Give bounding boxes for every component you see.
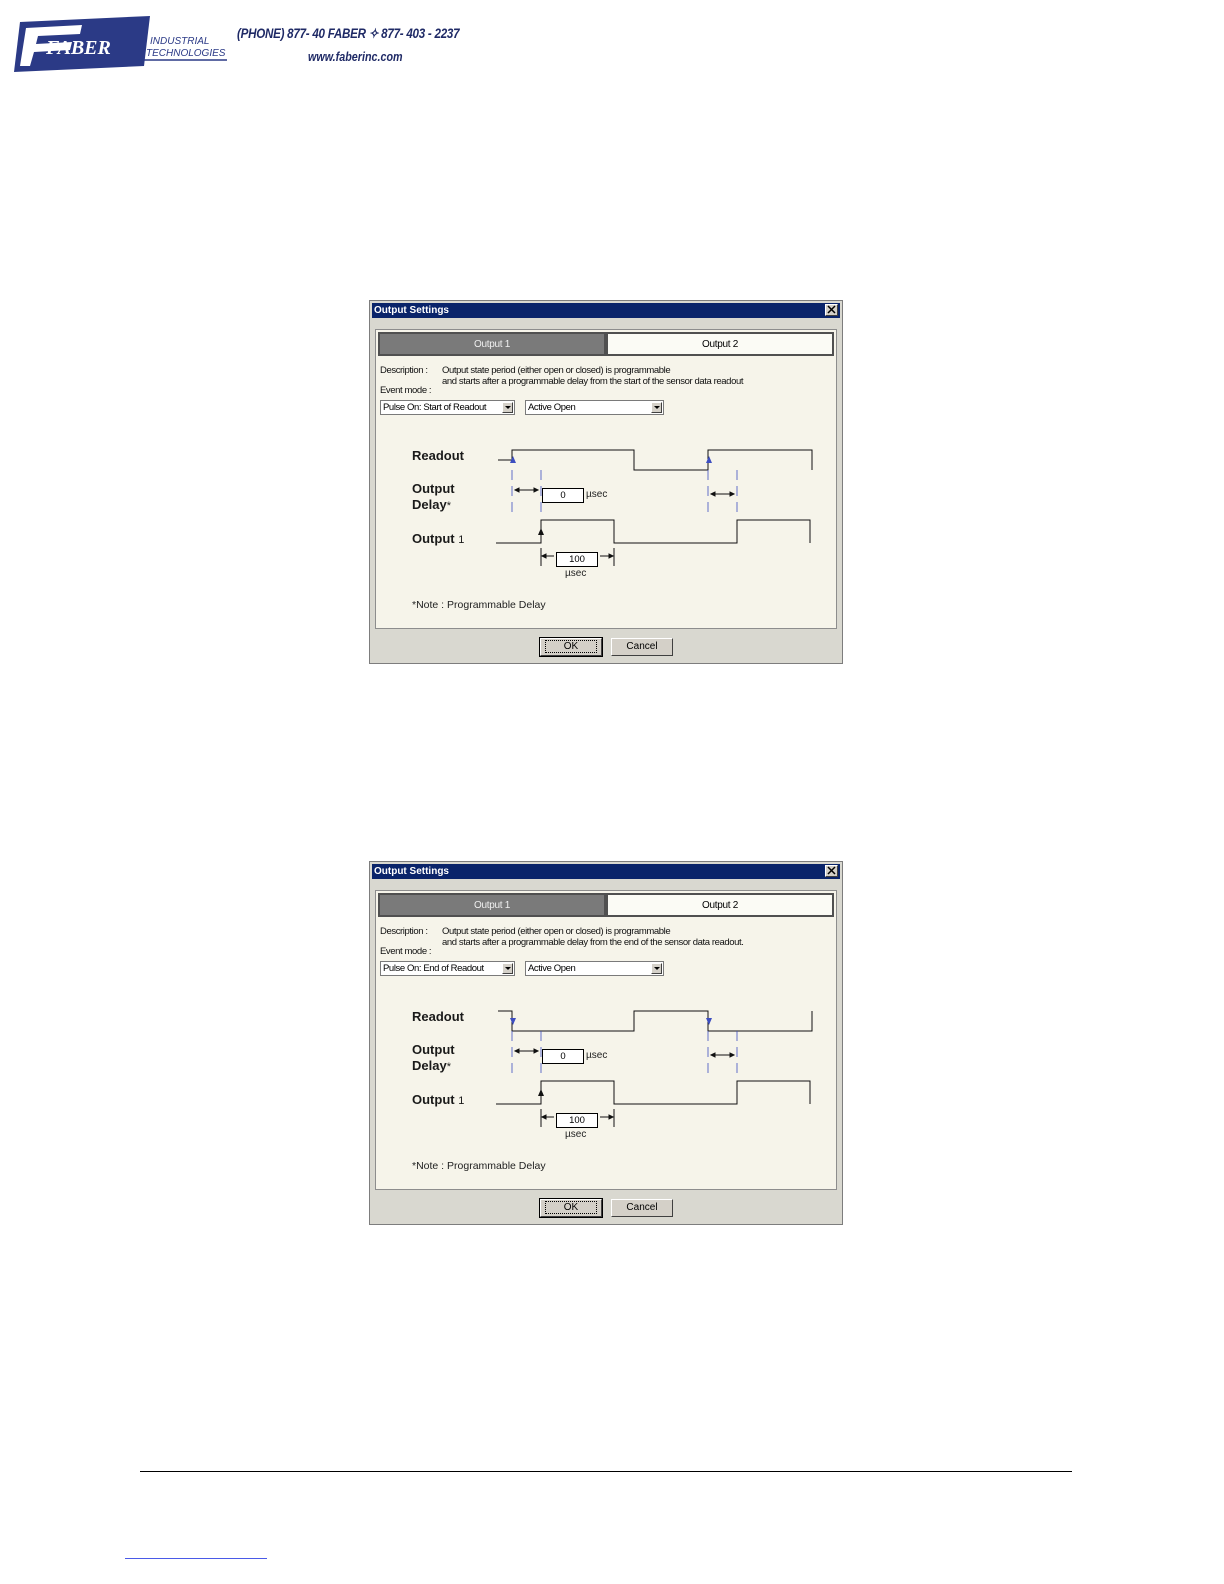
logo-word: FABER [45,37,111,59]
output-waveform [496,1080,811,1105]
header-website[interactable]: www.faberinc.com [308,50,403,64]
close-icon[interactable] [825,304,838,316]
readout-edge-arrow-icon [706,1018,712,1025]
logo-sub1: INDUSTRIAL [150,36,209,47]
timing-diagram [496,449,813,566]
dialog-body: Output 1 Output 2 Description : Output s… [375,890,837,1190]
output-edge-arrow-icon [538,528,544,535]
pulse-width-input[interactable]: 100 [556,1113,598,1128]
delay-input[interactable]: 0 [542,488,584,503]
pulse-width-unit: µsec [565,1129,587,1140]
programmable-delay-note: *Note : Programmable Delay [412,599,546,611]
readout-waveform [498,449,813,471]
footer-link-underline[interactable] [125,1558,267,1559]
readout-edge-arrow-icon [510,1018,516,1025]
faber-logo: FABER INDUSTRIAL TECHNOLOGIES [14,16,227,72]
delay-input[interactable]: 0 [542,1049,584,1064]
output-settings-dialog: Output Settings Output 1 Output 2 Descri… [369,861,843,1225]
cancel-button[interactable]: Cancel [611,638,673,656]
readout-waveform [498,1010,813,1032]
close-icon[interactable] [825,865,838,877]
ok-button[interactable]: OK [539,1198,603,1218]
footer-rule [140,1471,1072,1472]
dialog-titlebar[interactable]: Output Settings [372,303,840,318]
cancel-button[interactable]: Cancel [611,1199,673,1217]
dialog-titlebar[interactable]: Output Settings [372,864,840,879]
delay-unit: µsec [586,489,608,500]
output-waveform [496,519,811,544]
header-phone: (PHONE) 877- 40 FABER ✧ 877- 403 - 2237 [237,26,460,41]
output-edge-arrow-icon [538,1089,544,1096]
timing-diagram [496,1010,813,1127]
dialog-title: Output Settings [374,305,449,316]
dialog-title: Output Settings [374,866,449,877]
ok-button[interactable]: OK [539,637,603,657]
delay-unit: µsec [586,1050,608,1061]
dialog-body: Output 1 Output 2 Description : Output s… [375,329,837,629]
output-settings-dialog: Output Settings Output 1 Output 2 Descri… [369,300,843,664]
programmable-delay-note: *Note : Programmable Delay [412,1160,546,1172]
readout-edge-arrow-icon [706,456,712,463]
letterhead: FABER INDUSTRIAL TECHNOLOGIES (PHONE) 87… [12,14,462,76]
pulse-width-unit: µsec [565,568,587,579]
logo-sub2: TECHNOLOGIES [146,48,226,59]
pulse-width-input[interactable]: 100 [556,552,598,567]
